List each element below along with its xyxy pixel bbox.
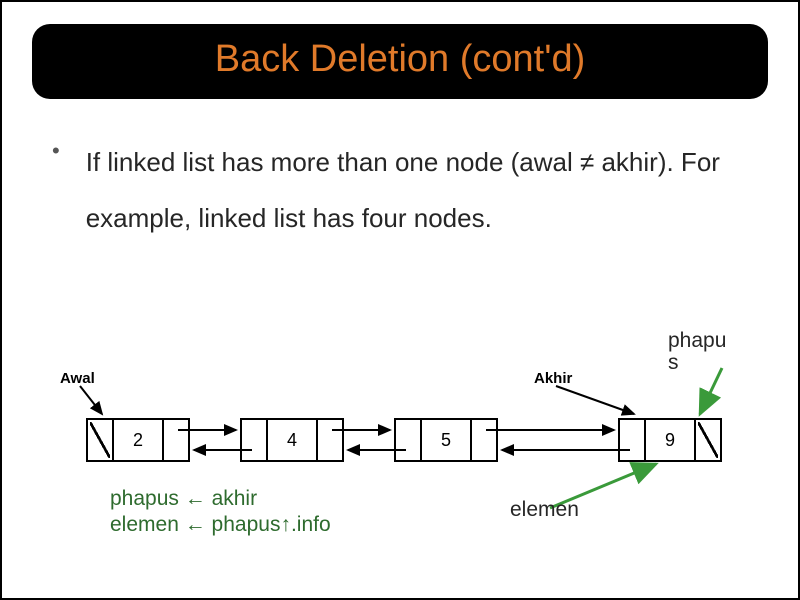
- linked-list-diagram: Awal Akhir 2 4 5 9: [60, 370, 744, 490]
- elemen-label: elemen: [510, 498, 579, 522]
- phapus-pointer-label: phapu s: [668, 330, 726, 374]
- slide-title-bar: Back Deletion (cont'd): [32, 24, 768, 99]
- code-line-1: phapus ← akhir: [110, 486, 331, 512]
- code-line-2: elemen ← phapus↑.info: [110, 512, 331, 538]
- phapus-line1: phapu: [668, 329, 726, 352]
- slide-title: Back Deletion (cont'd): [215, 38, 586, 80]
- bullet-dot: •: [52, 139, 60, 163]
- bullet-paragraph: If linked list has more than one node (a…: [86, 135, 758, 247]
- body-text: • If linked list has more than one node …: [2, 135, 798, 247]
- pseudocode-block: phapus ← akhir elemen ← phapus↑.info: [110, 486, 331, 539]
- diagram-arrows: [60, 370, 744, 490]
